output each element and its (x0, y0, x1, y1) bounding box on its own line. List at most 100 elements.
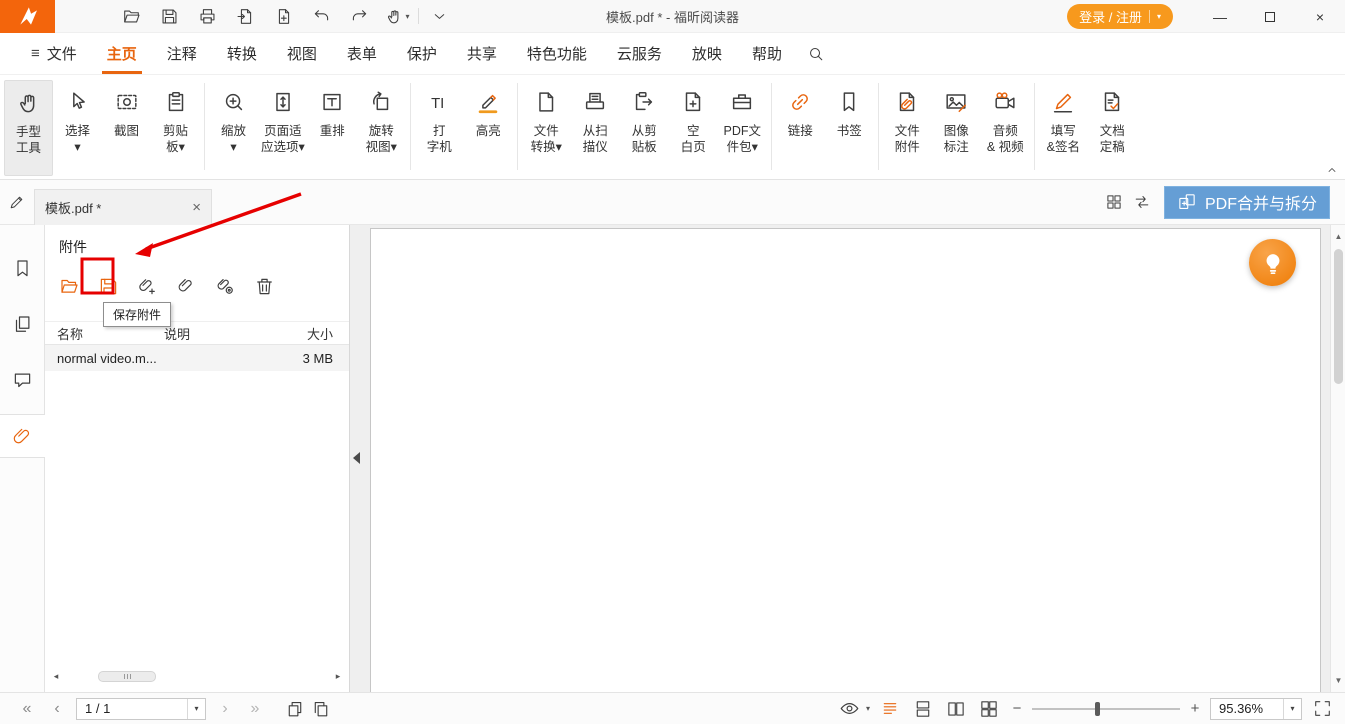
login-register-button[interactable]: 登录 / 注册 ▾ (1067, 4, 1173, 29)
attachment-row[interactable]: normal video.m... 3 MB (45, 345, 349, 371)
menu-tab-0[interactable]: ≡文件 (16, 33, 92, 74)
ribbon-item-link[interactable]: 链接 (776, 80, 825, 176)
ribbon-item-highlight[interactable]: 高亮 (464, 80, 513, 176)
zoom-out-button[interactable]: − (1009, 700, 1025, 717)
menu-tab-8[interactable]: 特色功能 (512, 33, 602, 74)
customize-toolbar-button[interactable] (425, 4, 454, 29)
zoom-level-combo[interactable]: 95.36% ▾ (1210, 698, 1302, 720)
facing-continuous-view-button[interactable] (976, 697, 1002, 721)
scroll-left-arrow[interactable]: ◂ (50, 671, 62, 682)
search-button[interactable] (807, 33, 825, 74)
edit-pencil-icon[interactable] (0, 193, 34, 211)
pdf-page[interactable] (370, 228, 1321, 692)
delete-attachment-button[interactable] (252, 273, 276, 299)
undo-button[interactable] (307, 4, 336, 29)
print-button[interactable] (193, 4, 222, 29)
close-tab-button[interactable]: × (192, 200, 201, 215)
tips-lightbulb-button[interactable] (1249, 239, 1296, 286)
ribbon-item-file-attach[interactable]: 文件 附件 (883, 80, 932, 176)
ribbon-item-blank-page[interactable]: 空 白页 (669, 80, 718, 176)
read-mode-eye-button[interactable] (837, 697, 863, 721)
menu-tab-11[interactable]: 帮助 (737, 33, 797, 74)
chevron-down-icon[interactable]: ▾ (187, 699, 205, 719)
zoom-slider-thumb[interactable] (1095, 702, 1100, 716)
menu-tab-2[interactable]: 注释 (152, 33, 212, 74)
collapse-panel-handle[interactable] (353, 452, 360, 464)
page-add-button[interactable] (269, 4, 298, 29)
close-button[interactable]: × (1295, 0, 1345, 33)
last-page-button[interactable]: » (240, 698, 270, 720)
save-button[interactable] (155, 4, 184, 29)
menu-tab-10[interactable]: 放映 (677, 33, 737, 74)
maximize-button[interactable] (1245, 0, 1295, 33)
ribbon-item-reflow[interactable]: 重排 (308, 80, 357, 176)
ribbon-item-scanner[interactable]: 从扫 描仪 (571, 80, 620, 176)
ribbon-item-fill-sign[interactable]: 填写 &签名 (1039, 80, 1088, 176)
next-view-button[interactable] (308, 697, 334, 721)
ribbon-item-select[interactable]: 选择 ▾ (53, 80, 102, 176)
sidebar-item-pages-panel[interactable] (0, 302, 45, 346)
chevron-down-icon[interactable]: ▾ (866, 704, 870, 713)
open-folder-button[interactable] (117, 4, 146, 29)
foxit-logo[interactable] (0, 0, 55, 33)
menu-tab-1[interactable]: 主页 (92, 33, 152, 74)
pdf-merge-split-button[interactable]: PDF合并与拆分 (1164, 186, 1330, 219)
scroll-thumb[interactable] (98, 671, 156, 682)
sidebar-item-comments-panel[interactable] (0, 358, 45, 402)
facing-view-button[interactable] (943, 697, 969, 721)
ribbon-item-snapshot[interactable]: 截图 (102, 80, 151, 176)
add-attachment-button[interactable] (135, 273, 159, 299)
ribbon-item-rotate[interactable]: 旋转 视图▾ (357, 80, 406, 176)
menu-tab-3[interactable]: 转换 (212, 33, 272, 74)
attachment-button[interactable] (174, 273, 198, 299)
menu-tab-9[interactable]: 云服务 (602, 33, 677, 74)
horizontal-scrollbar[interactable]: ◂ ▸ (50, 669, 344, 683)
menu-tab-6[interactable]: 保护 (392, 33, 452, 74)
redo-button[interactable] (345, 4, 374, 29)
column-description[interactable]: 说明 (164, 324, 287, 343)
single-page-view-button[interactable] (877, 697, 903, 721)
ribbon-item-image-annot[interactable]: 图像 标注 (932, 80, 981, 176)
open-attachment-button[interactable] (57, 273, 81, 299)
continuous-view-button[interactable] (910, 697, 936, 721)
ribbon-item-clipboard[interactable]: 剪贴 板▾ (151, 80, 200, 176)
ribbon-item-hand-tool[interactable]: 手型 工具 (4, 80, 53, 176)
switch-tabs-button[interactable] (1128, 188, 1156, 216)
ribbon-item-convert[interactable]: 文件 转换▾ (522, 80, 571, 176)
scroll-right-arrow[interactable]: ▸ (332, 671, 344, 682)
first-page-button[interactable]: « (12, 698, 42, 720)
menu-tab-4[interactable]: 视图 (272, 33, 332, 74)
zoom-in-button[interactable]: + (1187, 700, 1203, 717)
ribbon-item-from-clipboard[interactable]: 从剪 贴板 (620, 80, 669, 176)
page-number-combo[interactable]: 1 / 1 ▾ (76, 698, 206, 720)
ribbon-item-typewriter[interactable]: TI打 字机 (415, 80, 464, 176)
menu-tab-7[interactable]: 共享 (452, 33, 512, 74)
save-attachment-button[interactable] (96, 273, 120, 299)
ribbon-item-page-fit[interactable]: 页面适 应选项▾ (258, 80, 308, 176)
sidebar-item-attachments-panel[interactable] (0, 414, 45, 458)
menu-tab-5[interactable]: 表单 (332, 33, 392, 74)
minimize-button[interactable]: — (1195, 0, 1245, 33)
ribbon-item-zoom[interactable]: 缩放 ▾ (209, 80, 258, 176)
collapse-ribbon-button[interactable] (1325, 163, 1339, 177)
chevron-down-icon[interactable]: ▾ (1283, 699, 1301, 719)
sidebar-item-bookmarks-panel[interactable] (0, 246, 45, 290)
attachment-settings-button[interactable] (213, 273, 237, 299)
scroll-down-arrow[interactable]: ▼ (1331, 676, 1345, 685)
share-hand-button[interactable] (383, 4, 412, 29)
ribbon-item-audio-video[interactable]: 音频 & 视频 (981, 80, 1030, 176)
ribbon-item-doc-sign[interactable]: 文档 定稿 (1088, 80, 1137, 176)
previous-view-button[interactable] (282, 697, 308, 721)
vertical-scrollbar[interactable]: ▲ ▼ (1330, 225, 1345, 692)
fullscreen-button[interactable] (1309, 697, 1335, 721)
scroll-up-arrow[interactable]: ▲ (1331, 232, 1345, 241)
export-page-button[interactable] (231, 4, 260, 29)
ribbon-item-pdf-package[interactable]: PDF文 件包▾ (718, 80, 767, 176)
scroll-track[interactable] (62, 670, 332, 682)
multi-tab-grid-button[interactable] (1100, 188, 1128, 216)
next-page-button[interactable]: › (210, 698, 240, 720)
column-size[interactable]: 大小 (287, 324, 349, 343)
vertical-scroll-thumb[interactable] (1334, 249, 1343, 384)
document-tab[interactable]: 模板.pdf * × (34, 189, 212, 225)
zoom-slider[interactable] (1032, 702, 1180, 716)
